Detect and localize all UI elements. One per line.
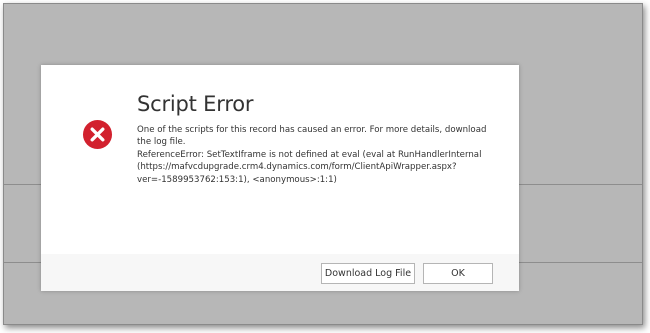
app-background-overlay: Script Error One of the scripts for this… <box>3 3 643 325</box>
ok-button[interactable]: OK <box>423 263 493 284</box>
error-message: One of the scripts for this record has c… <box>137 124 499 186</box>
download-log-file-button[interactable]: Download Log File <box>321 263 415 284</box>
error-message-details: ReferenceError: SetTextIframe is not def… <box>137 149 482 185</box>
dialog-title: Script Error <box>137 92 254 116</box>
script-error-dialog: Script Error One of the scripts for this… <box>41 65 519 291</box>
error-circle-x-icon <box>82 119 113 150</box>
dialog-body: Script Error One of the scripts for this… <box>41 65 519 254</box>
error-message-summary: One of the scripts for this record has c… <box>137 125 487 148</box>
